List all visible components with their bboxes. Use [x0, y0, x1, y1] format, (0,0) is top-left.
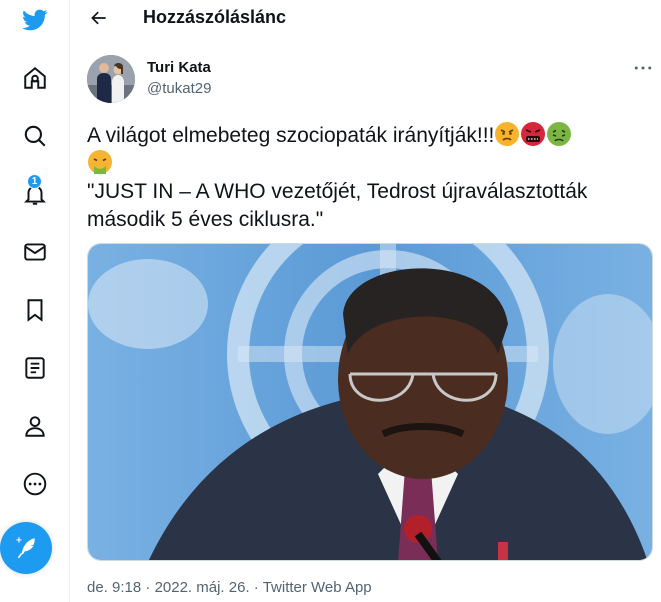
- tweet-time[interactable]: de. 9:18: [87, 579, 141, 596]
- compose-tweet-icon: [16, 537, 35, 559]
- profile-icon[interactable]: [0, 406, 70, 446]
- nauseated-face-icon: [547, 122, 572, 146]
- author-handle[interactable]: @tukat29: [147, 80, 211, 97]
- tweet-image[interactable]: [87, 243, 653, 561]
- more-horizontal-icon: [634, 66, 652, 70]
- meta-separator: ·: [145, 579, 151, 596]
- thread-main: Hozzászóláslánc Turi Kata @tukat29 A vil…: [71, 0, 661, 602]
- more-options-button[interactable]: [631, 58, 655, 78]
- face-with-symbols-on-mouth-icon: [521, 122, 546, 146]
- tweet-text: A világot elmebeteg szociopaták irányítj…: [87, 122, 657, 234]
- notifications-icon[interactable]: 1: [0, 174, 70, 214]
- tweet-date[interactable]: 2022. máj. 26.: [155, 579, 250, 596]
- explore-icon[interactable]: [0, 116, 70, 156]
- tweet-text-quote: "JUST IN – A WHO vezetőjét, Tedrost újra…: [87, 180, 594, 231]
- home-icon[interactable]: [0, 58, 70, 98]
- angry-face-icon: [495, 122, 520, 146]
- tweet-text-line1: A világot elmebeteg szociopaták irányítj…: [87, 124, 495, 147]
- compose-tweet-button[interactable]: [0, 522, 52, 574]
- tweet-metadata: de. 9:18 · 2022. máj. 26. · Twitter Web …: [87, 579, 372, 596]
- page-title: Hozzászóláslánc: [143, 7, 287, 27]
- notification-count-badge: 1: [27, 174, 42, 189]
- arrow-left-icon: [91, 11, 106, 25]
- lists-icon[interactable]: [0, 348, 70, 388]
- avatar[interactable]: [87, 55, 135, 103]
- meta-separator: ·: [253, 579, 259, 596]
- messages-icon[interactable]: [0, 232, 70, 272]
- twitter-logo-icon[interactable]: [0, 0, 70, 40]
- sidebar-nav: 1: [0, 0, 70, 602]
- back-button[interactable]: [85, 4, 113, 32]
- tweet-source[interactable]: Twitter Web App: [263, 579, 372, 596]
- author-name[interactable]: Turi Kata: [147, 59, 211, 76]
- bookmarks-icon[interactable]: [0, 290, 70, 330]
- more-icon[interactable]: [0, 464, 70, 504]
- face-vomiting-icon: [88, 150, 112, 174]
- thread-header: Hozzászóláslánc: [71, 0, 661, 36]
